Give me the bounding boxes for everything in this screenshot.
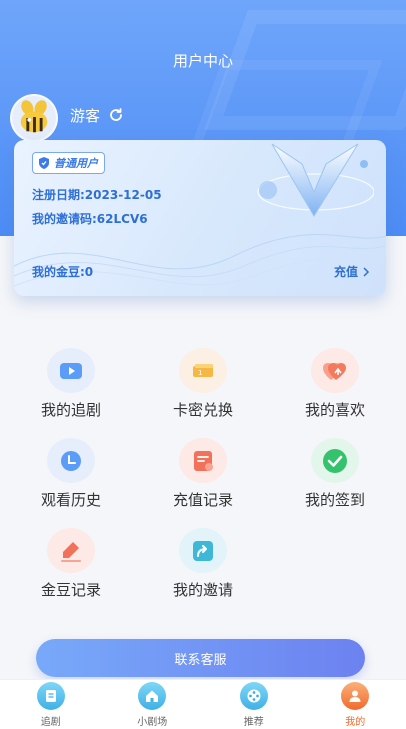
- invite-code[interactable]: 我的邀请码:62LCV6: [32, 210, 148, 227]
- chevron-right-icon: [363, 266, 370, 277]
- membership-card: 普通用户 注册日期:2023-12-05 我的邀请码:62LCV6 我的金豆:0…: [14, 140, 386, 296]
- menu-icon-bg: [47, 528, 95, 573]
- bee-avatar-icon: [20, 100, 48, 133]
- v-logo-icon: [257, 143, 374, 217]
- heart-icon: [323, 362, 346, 380]
- tab-icon-bg: [341, 681, 370, 710]
- member-level-label: 普通用户: [54, 157, 98, 170]
- menu-label: 观看历史: [40, 491, 101, 509]
- menu-icon-bg: [179, 438, 227, 483]
- menu-icon-bg: [47, 438, 95, 483]
- clock-icon: [61, 450, 81, 471]
- menu-item-my-invite[interactable]: 我的邀请: [137, 528, 269, 600]
- menu-label: 卡密兑换: [172, 401, 233, 419]
- header-decoration: [189, 60, 383, 150]
- tab-mini-theater[interactable]: 小剧场: [112, 681, 192, 728]
- menu-label: 充值记录: [172, 491, 233, 509]
- page-title: 用户中心: [172, 52, 233, 70]
- share-icon: [193, 540, 213, 561]
- check-circle-icon: [323, 448, 347, 473]
- receipt-icon: [194, 450, 213, 471]
- username: 游客: [70, 107, 101, 125]
- menu-label: 我的追剧: [40, 401, 101, 419]
- user-icon: [349, 690, 361, 702]
- tab-label: 推荐: [243, 716, 264, 728]
- tab-icon-bg: [36, 681, 65, 710]
- menu-label: 我的邀请: [172, 581, 233, 599]
- shield-icon: [39, 157, 49, 169]
- menu-label: 我的喜欢: [304, 401, 365, 419]
- contact-support-button[interactable]: 联系客服: [36, 639, 365, 677]
- menu-item-my-dramas[interactable]: 我的追剧: [5, 348, 137, 420]
- menu-label: 金豆记录: [40, 581, 101, 599]
- recharge-button[interactable]: 充值: [334, 263, 370, 280]
- tab-label: 我的: [345, 716, 366, 728]
- menu-item-card-redeem[interactable]: 1 卡密兑换: [137, 348, 269, 420]
- menu-icon-bg: [311, 438, 359, 483]
- menu-icon-bg: [179, 528, 227, 573]
- svg-text:1: 1: [198, 369, 202, 377]
- menu-item-beans-record[interactable]: 金豆记录: [5, 528, 137, 600]
- home-icon: [146, 690, 159, 702]
- tab-following[interactable]: 追剧: [11, 681, 91, 728]
- refresh-icon[interactable]: [108, 107, 124, 123]
- gold-beans-balance: 我的金豆:0: [32, 265, 94, 279]
- bottom-tab-bar: 追剧 小剧场 推荐 我的: [0, 679, 406, 729]
- feature-menu: 我的追剧 1 卡密兑换 我的喜欢 观看历史 充值记录 我的签到 金豆记录 我的邀…: [0, 348, 406, 600]
- menu-icon-bg: [47, 348, 95, 393]
- pen-icon: [61, 541, 81, 562]
- avatar[interactable]: [10, 94, 58, 142]
- tab-recommend[interactable]: 推荐: [214, 681, 294, 728]
- document-icon: [45, 689, 56, 702]
- menu-item-recharge-record[interactable]: 充值记录: [137, 438, 269, 510]
- ticket-icon: 1: [193, 363, 213, 377]
- tab-label: 小剧场: [137, 716, 168, 728]
- menu-item-my-likes[interactable]: 我的喜欢: [269, 348, 401, 420]
- menu-item-check-in[interactable]: 我的签到: [269, 438, 401, 510]
- recharge-label: 充值: [333, 265, 358, 279]
- menu-item-watch-history[interactable]: 观看历史: [5, 438, 137, 510]
- menu-icon-bg: [311, 348, 359, 393]
- member-level-badge: 普通用户: [32, 152, 105, 174]
- tab-icon-bg: [239, 681, 268, 710]
- tab-label: 追剧: [40, 716, 61, 728]
- film-reel-icon: [247, 689, 261, 702]
- register-date: 注册日期:2023-12-05: [32, 188, 162, 202]
- menu-label: 我的签到: [304, 491, 365, 509]
- menu-icon-bg: 1: [179, 348, 227, 393]
- tab-icon-bg: [138, 681, 167, 710]
- play-video-icon: [60, 362, 82, 379]
- tab-mine[interactable]: 我的: [315, 681, 395, 728]
